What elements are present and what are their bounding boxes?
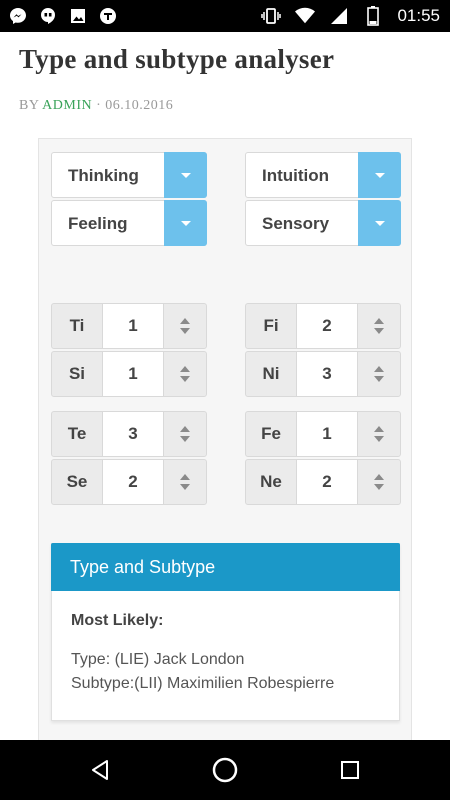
spin-buttons[interactable]	[163, 304, 206, 348]
select-thinking[interactable]: Thinking	[51, 152, 207, 198]
author-link[interactable]: ADMIN	[42, 98, 92, 113]
arrow-down-icon[interactable]	[179, 484, 190, 490]
byline-separator: ·	[96, 98, 102, 113]
status-bar: 01:55	[0, 0, 450, 32]
arrow-up-icon[interactable]	[179, 366, 190, 372]
stepper-ni: Ni 3	[245, 351, 401, 397]
type-line: Type: (LIE) Jack London	[71, 651, 245, 668]
arrow-up-icon[interactable]	[179, 318, 190, 324]
panel-title: Type and Subtype	[70, 557, 216, 577]
stepper-label: Ne	[260, 472, 282, 491]
stepper-input[interactable]: 3	[102, 412, 164, 456]
select-feeling[interactable]: Feeling	[51, 200, 207, 246]
stepper-label: Si	[68, 364, 86, 383]
stepper-te: Te 3	[51, 411, 207, 457]
spin-buttons[interactable]	[357, 412, 400, 456]
stepper-label: Ti	[69, 316, 85, 335]
stepper-input[interactable]: 1	[102, 304, 164, 348]
stepper-label: Te	[67, 424, 87, 443]
spin-buttons[interactable]	[357, 352, 400, 396]
spin-buttons[interactable]	[163, 352, 206, 396]
stepper-label: Ni	[262, 364, 280, 383]
dropdown-button[interactable]	[358, 200, 401, 246]
select-label: Thinking	[68, 166, 139, 185]
dropdown-button[interactable]	[358, 152, 401, 198]
signal-icon	[329, 6, 349, 26]
arrow-down-icon[interactable]	[179, 328, 190, 334]
arrow-up-icon[interactable]	[373, 426, 384, 432]
status-time: 01:55	[397, 6, 440, 25]
arrow-down-icon[interactable]	[373, 436, 384, 442]
home-icon[interactable]	[210, 755, 240, 785]
select-intuition[interactable]: Intuition	[245, 152, 401, 198]
chevron-down-icon	[374, 172, 385, 178]
arrow-up-icon[interactable]	[179, 426, 190, 432]
battery-icon	[363, 6, 383, 26]
arrow-down-icon[interactable]	[373, 484, 384, 490]
spin-buttons[interactable]	[163, 412, 206, 456]
image-icon	[68, 6, 88, 26]
stepper-ti: Ti 1	[51, 303, 207, 349]
subtype-line: Subtype:(LII) Maximilien Robespierre	[71, 675, 335, 692]
byline: BY ADMIN · 06.10.2016	[19, 98, 173, 114]
stepper-label: Fe	[261, 424, 281, 443]
stepper-input[interactable]: 1	[296, 412, 358, 456]
stepper-fi: Fi 2	[245, 303, 401, 349]
stepper-input[interactable]: 2	[296, 460, 358, 504]
app-icon	[98, 6, 118, 26]
spin-buttons[interactable]	[357, 304, 400, 348]
dropdown-button[interactable]	[164, 200, 207, 246]
result-text: Type: (LIE) Jack London Subtype:(LII) Ma…	[71, 648, 334, 696]
stepper-label: Se	[66, 472, 88, 491]
stepper-input[interactable]: 2	[296, 304, 358, 348]
chevron-down-icon	[180, 172, 191, 178]
most-likely-label: Most Likely:	[71, 612, 164, 629]
dropdown-button[interactable]	[164, 152, 207, 198]
page-title: Type and subtype analyser	[19, 44, 335, 74]
byline-prefix: BY	[19, 98, 39, 113]
select-sensory[interactable]: Sensory	[245, 200, 401, 246]
arrow-up-icon[interactable]	[373, 474, 384, 480]
result-panel: Type and Subtype Most Likely: Type: (LIE…	[51, 543, 400, 721]
arrow-up-icon[interactable]	[373, 366, 384, 372]
back-icon[interactable]	[85, 755, 115, 785]
stepper-fe: Fe 1	[245, 411, 401, 457]
arrow-down-icon[interactable]	[179, 436, 190, 442]
post-date: 06.10.2016	[105, 98, 174, 113]
select-label: Intuition	[262, 166, 330, 185]
analyser-card: Thinking Intuition Feeling Sensory Ti 1 …	[38, 138, 412, 758]
stepper-input[interactable]: 2	[102, 460, 164, 504]
select-label: Feeling	[68, 214, 128, 233]
select-label: Sensory	[262, 214, 330, 233]
stepper-label: Fi	[263, 316, 279, 335]
recents-icon[interactable]	[335, 755, 365, 785]
vibrate-icon	[261, 6, 282, 26]
stepper-si: Si 1	[51, 351, 207, 397]
nav-bar	[0, 740, 450, 800]
spin-buttons[interactable]	[163, 460, 206, 504]
arrow-up-icon[interactable]	[373, 318, 384, 324]
stepper-se: Se 2	[51, 459, 207, 505]
arrow-down-icon[interactable]	[179, 376, 190, 382]
messenger-icon	[8, 6, 28, 26]
chevron-down-icon	[374, 220, 385, 226]
stepper-input[interactable]: 1	[102, 352, 164, 396]
wifi-icon	[295, 6, 316, 26]
arrow-up-icon[interactable]	[179, 474, 190, 480]
chevron-down-icon	[180, 220, 191, 226]
panel-header: Type and Subtype	[51, 543, 400, 591]
hangouts-icon	[38, 6, 58, 26]
panel-body: Most Likely: Type: (LIE) Jack London Sub…	[71, 612, 334, 696]
stepper-input[interactable]: 3	[296, 352, 358, 396]
arrow-down-icon[interactable]	[373, 328, 384, 334]
arrow-down-icon[interactable]	[373, 376, 384, 382]
spin-buttons[interactable]	[357, 460, 400, 504]
stepper-ne: Ne 2	[245, 459, 401, 505]
